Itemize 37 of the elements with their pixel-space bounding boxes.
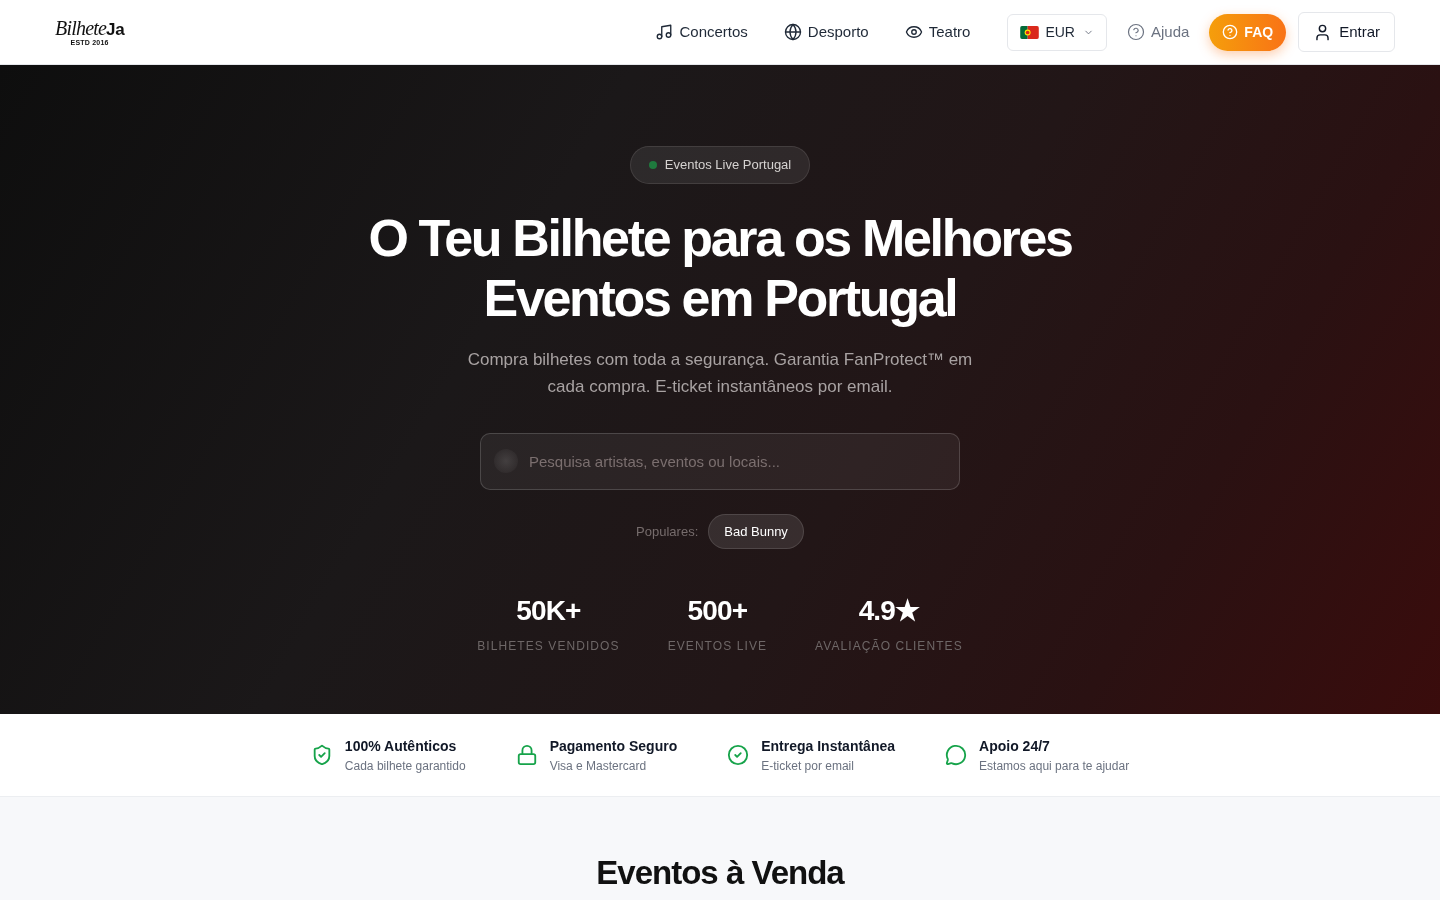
currency-selector[interactable]: EUR [1007, 13, 1107, 51]
stat-value: 4.9★ [858, 594, 920, 628]
eye-icon [904, 23, 923, 41]
feature-title: Apoio 24/7 [979, 737, 1051, 756]
help-link[interactable]: Ajuda [1127, 20, 1190, 44]
feature-subtitle: Estamos aqui para te ajudar [979, 758, 1130, 774]
help-icon [1222, 24, 1239, 40]
popular-label: Populares: [636, 522, 699, 541]
nav-link[interactable]: Teatro [904, 20, 971, 44]
stat-value: 50K+ [516, 594, 581, 628]
padlock-icon [515, 744, 538, 766]
feature-subtitle: E-ticket por email [761, 758, 855, 774]
nav-link[interactable]: Desporto [783, 20, 869, 44]
popular-tag[interactable]: Bad Bunny [708, 514, 804, 549]
feature-title: Entrega Instantânea [761, 737, 896, 756]
chat-bubble-icon [945, 744, 968, 766]
feature-title: 100% Autênticos [344, 737, 458, 756]
hero-title: O Teu Bilhete para os Melhores Eventos em Portugal [367, 208, 1073, 328]
portugal-flag-icon [1020, 25, 1040, 39]
help-icon [1127, 23, 1145, 41]
stat-value: 500+ [687, 594, 748, 628]
music-notes-icon [655, 23, 674, 41]
globe-icon [783, 23, 802, 41]
feature-subtitle: Cada bilhete garantido [344, 758, 466, 774]
stat-label: AVALIAÇÃO CLIENTES [815, 638, 963, 655]
logo-script-text: Bilhete [55, 18, 107, 38]
feature-subtitle: Visa e Mastercard [549, 758, 648, 774]
stat-label: BILHETES VENDIDOS [477, 638, 620, 655]
login-button[interactable]: Entrar [1298, 12, 1395, 52]
section-heading: Eventos à Venda [596, 853, 844, 893]
check-circle-icon [727, 744, 750, 766]
logo-bold-text: Ja [106, 21, 125, 38]
hero-subtitle: Compra bilhetes com toda a segurança. Garantia FanProtect™ em cada compra. E-ticket instantâneos por email. [466, 349, 974, 398]
nav-link[interactable]: Concertos [655, 20, 748, 44]
feature-title: Pagamento Seguro [549, 737, 678, 756]
badge-text: Eventos Live Portugal [664, 156, 792, 175]
stat-label: EVENTOS LIVE [667, 638, 768, 655]
